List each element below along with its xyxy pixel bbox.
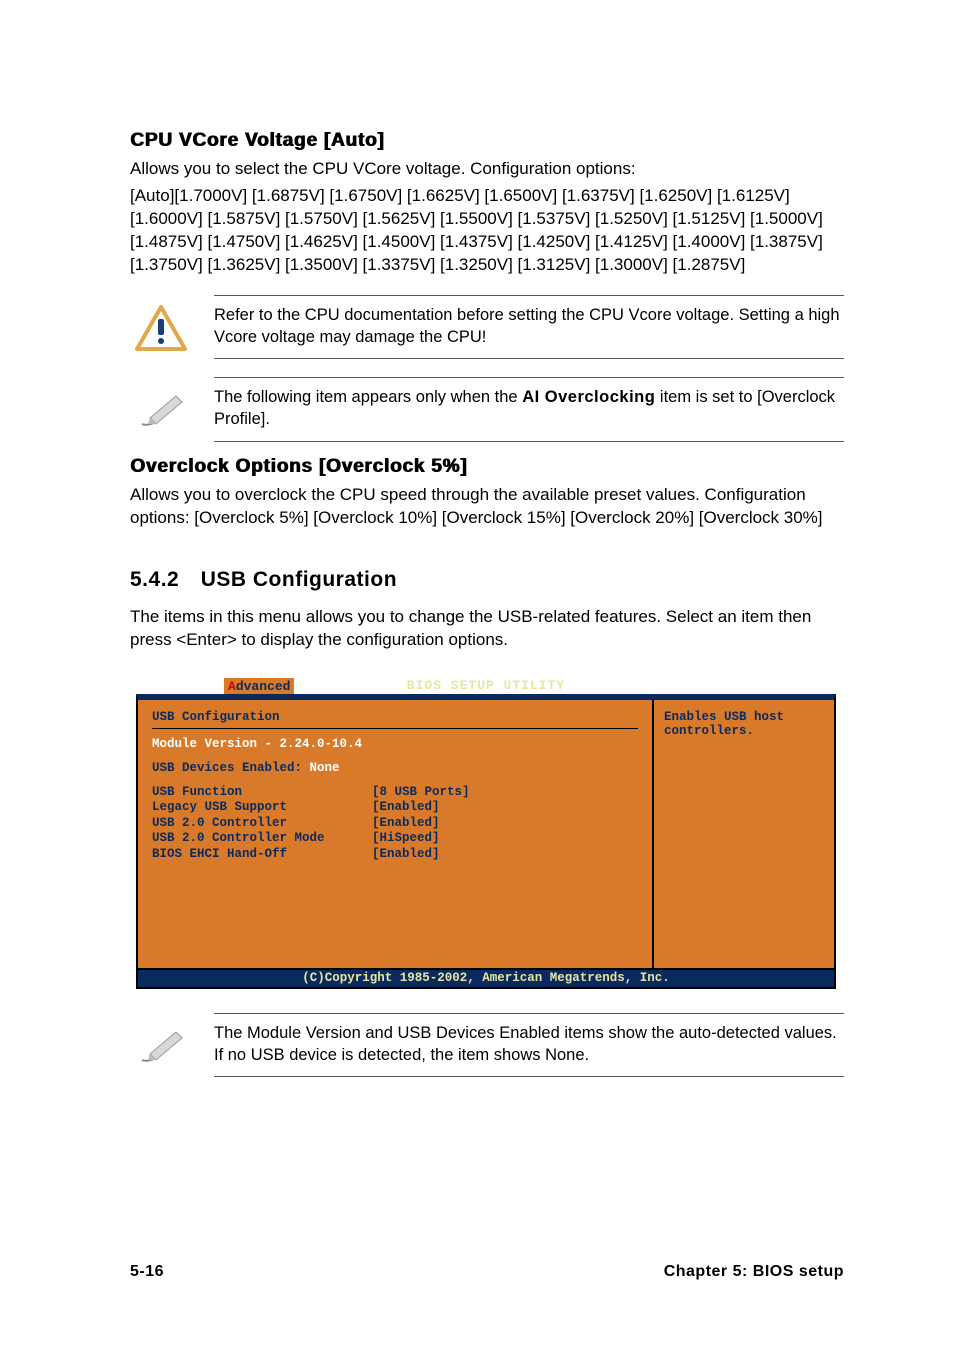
bios-screenshot: BIOS SETUP UTILITY Advanced USB Configur…: [136, 694, 836, 989]
bios-tab-advanced[interactable]: Advanced: [224, 678, 294, 694]
paragraph-vcore-intro: Allows you to select the CPU VCore volta…: [130, 158, 844, 181]
bios-main-panel: USB Configuration Module Version - 2.24.…: [138, 700, 654, 968]
page-number: 5-16: [130, 1263, 164, 1281]
info-text-2: The Module Version and USB Devices Enabl…: [214, 1013, 844, 1078]
heading-overclock-options: Overclock Options [Overclock 5%]: [130, 456, 844, 478]
bios-setting-label: Legacy USB Support: [152, 800, 372, 816]
bios-setting-row[interactable]: BIOS EHCI Hand-Off[Enabled]: [152, 847, 638, 863]
bios-setting-label: BIOS EHCI Hand-Off: [152, 847, 372, 863]
devices-label: USB Devices Enabled:: [152, 761, 310, 775]
paragraph-overclock: Allows you to overclock the CPU speed th…: [130, 484, 844, 530]
vcore-options-list: [Auto][1.7000V] [1.6875V] [1.6750V] [1.6…: [130, 185, 844, 277]
bios-panel-title: USB Configuration: [152, 710, 638, 724]
bios-module-version: Module Version - 2.24.0-10.4: [152, 737, 638, 751]
page-footer: 5-16 Chapter 5: BIOS setup: [130, 1263, 844, 1281]
bios-tab-rest: dvanced: [236, 679, 291, 694]
bios-setting-value: [8 USB Ports]: [372, 785, 470, 801]
note2-bold: AI Overclocking: [522, 388, 655, 406]
devices-value: None: [310, 761, 340, 775]
bios-devices-enabled: USB Devices Enabled: None: [152, 761, 638, 775]
bios-setting-row[interactable]: USB 2.0 Controller Mode[HiSpeed]: [152, 831, 638, 847]
info-note-1: The following item appears only when the…: [130, 377, 844, 442]
pencil-icon: [130, 1024, 192, 1066]
note2-pre: The following item appears only when the: [214, 388, 522, 406]
bios-setting-label: USB 2.0 Controller: [152, 816, 372, 832]
pencil-icon: [130, 388, 192, 430]
bios-setting-label: USB 2.0 Controller Mode: [152, 831, 372, 847]
bios-setting-value: [Enabled]: [372, 847, 440, 863]
section-title-usb-config: 5.4.2 USB Configuration: [130, 568, 844, 592]
paragraph-usb-intro: The items in this menu allows you to cha…: [130, 606, 844, 652]
bios-help-text: Enables USB host controllers.: [664, 710, 824, 738]
caution-text: Refer to the CPU documentation before se…: [214, 295, 844, 360]
caution-icon: [130, 303, 192, 351]
bios-copyright: (C)Copyright 1985-2002, American Megatre…: [138, 968, 834, 987]
bios-setting-row[interactable]: Legacy USB Support[Enabled]: [152, 800, 638, 816]
info-text-1: The following item appears only when the…: [214, 377, 844, 442]
bios-divider: [152, 728, 638, 729]
bios-tab-hotkey: A: [228, 679, 236, 694]
bios-help-panel: Enables USB host controllers.: [654, 700, 834, 968]
heading-cpu-vcore: CPU VCore Voltage [Auto]: [130, 130, 844, 152]
bios-setting-row[interactable]: USB Function[8 USB Ports]: [152, 785, 638, 801]
module-label: Module Version -: [152, 737, 280, 751]
bios-setting-value: [Enabled]: [372, 800, 440, 816]
info-note-2: The Module Version and USB Devices Enabl…: [130, 1013, 844, 1078]
bios-setting-label: USB Function: [152, 785, 372, 801]
module-value: 2.24.0-10.4: [280, 737, 363, 751]
chapter-label: Chapter 5: BIOS setup: [664, 1263, 844, 1281]
bios-setting-value: [Enabled]: [372, 816, 440, 832]
caution-note: Refer to the CPU documentation before se…: [130, 295, 844, 360]
bios-setting-row[interactable]: USB 2.0 Controller[Enabled]: [152, 816, 638, 832]
bios-setting-value: [HiSpeed]: [372, 831, 440, 847]
